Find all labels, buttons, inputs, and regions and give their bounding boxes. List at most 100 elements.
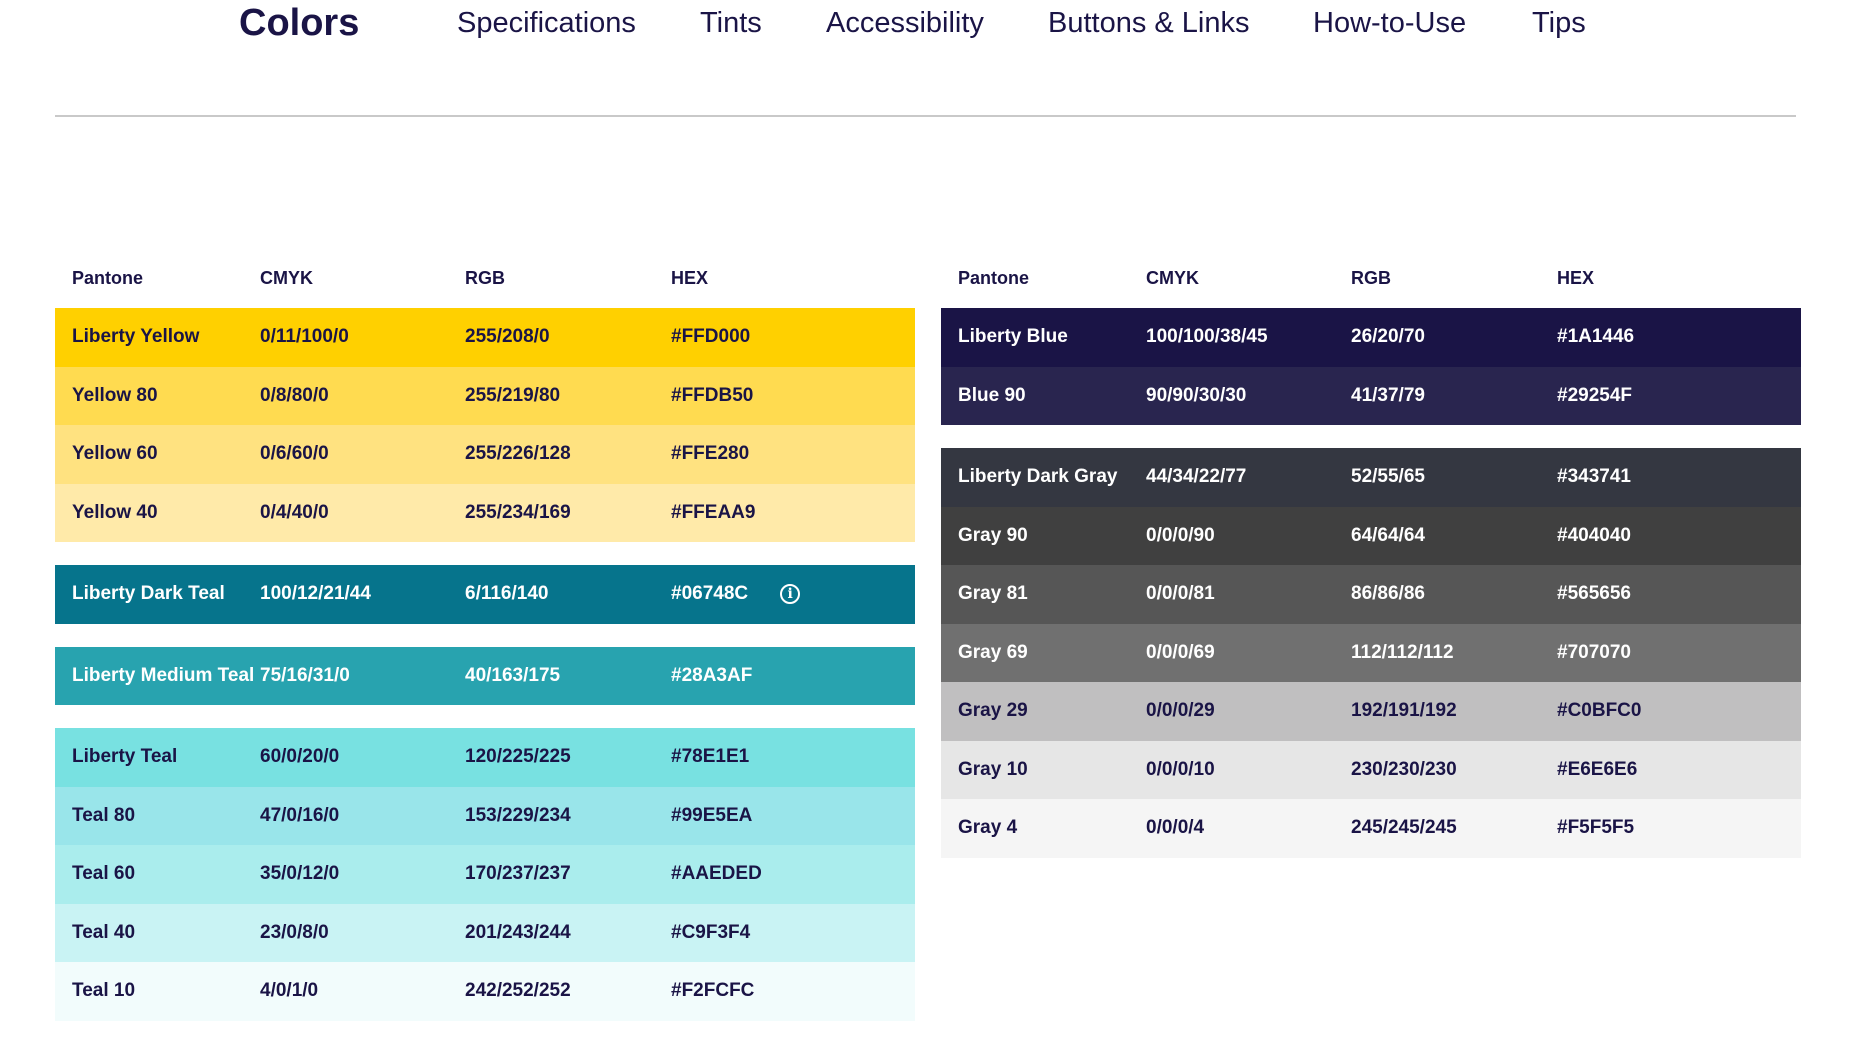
info-icon[interactable]: i: [780, 584, 801, 605]
hex-text: #FFDB50: [671, 384, 754, 406]
cmyk-value: 90/90/30/30: [1146, 384, 1247, 406]
header-cmyk: CMYK: [1146, 267, 1199, 288]
color-name: Teal 60: [72, 863, 136, 885]
rgb-value: 153/229/234: [465, 804, 571, 826]
hex-text: #343741: [1557, 466, 1631, 488]
header-rgb: RGB: [1351, 267, 1391, 288]
nav-link-buttons-links[interactable]: Buttons & Links: [1048, 0, 1250, 46]
color-name: Liberty Dark Teal: [72, 583, 225, 605]
rgb-value: 242/252/252: [465, 980, 571, 1002]
cmyk-value: 100/100/38/45: [1146, 326, 1268, 348]
color-group: Liberty Yellow 0/11/100/0 255/208/0 #FFD000…: [55, 308, 915, 542]
hex-text: #AAEDED: [671, 863, 762, 885]
color-row: Yellow 40 0/4/40/0 255/234/169 #FFEAA9: [55, 483, 915, 542]
header-cmyk: CMYK: [260, 267, 313, 288]
color-row: Yellow 60 0/6/60/0 255/226/128 #FFE280: [55, 425, 915, 484]
hex-value: #C0BFC0: [1557, 700, 1801, 722]
rgb-value: 26/20/70: [1351, 326, 1425, 348]
cmyk-value: 0/4/40/0: [260, 501, 329, 523]
color-row: Liberty Blue 100/100/38/45 26/20/70 #1A1446: [941, 308, 1801, 367]
hex-value: #FFE280: [671, 443, 915, 465]
color-group: Liberty Medium Teal 75/16/31/0 40/163/175 #…: [55, 646, 915, 705]
color-name: Teal 40: [72, 921, 136, 943]
color-group: Liberty Teal 60/0/20/0 120/225/225 #78E1E1 T…: [55, 728, 915, 1021]
hex-text: #29254F: [1557, 384, 1633, 406]
nav-link-tints[interactable]: Tints: [700, 0, 762, 46]
hex-value: #06748C i: [671, 583, 915, 605]
cmyk-value: 100/12/21/44: [260, 583, 371, 605]
hex-text: #78E1E1: [671, 746, 750, 768]
nav-link-specifications[interactable]: Specifications: [457, 0, 636, 46]
table-header: Pantone CMYK RGB HEX: [55, 258, 915, 298]
hex-text: #707070: [1557, 641, 1631, 663]
rgb-value: 255/208/0: [465, 326, 550, 348]
color-name: Gray 29: [958, 700, 1028, 722]
hex-value: #565656: [1557, 583, 1801, 605]
cmyk-value: 0/0/0/81: [1146, 583, 1215, 605]
rgb-value: 170/237/237: [465, 863, 571, 885]
color-group: Liberty Dark Teal 100/12/21/44 6/116/140 #0…: [55, 565, 915, 624]
rgb-value: 245/245/245: [1351, 817, 1457, 839]
cmyk-value: 0/0/0/29: [1146, 700, 1215, 722]
color-name: Teal 10: [72, 980, 136, 1002]
header-pantone: Pantone: [958, 267, 1030, 288]
color-name: Liberty Yellow: [72, 326, 200, 348]
color-table-left: Pantone CMYK RGB HEX Liberty Yellow 0/11/…: [55, 258, 915, 1044]
hex-value: #FFEAA9: [671, 502, 915, 524]
rgb-value: 255/226/128: [465, 443, 571, 465]
cmyk-value: 47/0/16/0: [260, 804, 340, 826]
hex-value: #28A3AF: [671, 665, 915, 687]
cmyk-value: 0/0/0/10: [1146, 758, 1215, 780]
hex-text: #C0BFC0: [1557, 700, 1642, 722]
color-row: Gray 10 0/0/0/10 230/230/230 #E6E6E6: [941, 740, 1801, 799]
color-name: Liberty Teal: [72, 746, 178, 768]
hex-text: #28A3AF: [671, 664, 753, 686]
rgb-value: 255/219/80: [465, 384, 561, 406]
color-table-right: Pantone CMYK RGB HEX Liberty Blue 100/100…: [941, 258, 1801, 881]
header-hex: HEX: [1557, 267, 1595, 288]
color-name: Gray 69: [958, 641, 1028, 663]
color-row: Gray 81 0/0/0/81 86/86/86 #565656: [941, 565, 1801, 624]
hex-text: #565656: [1557, 583, 1631, 605]
rgb-value: 192/191/192: [1351, 700, 1457, 722]
hex-value: #F5F5F5: [1557, 817, 1801, 839]
hex-value: #343741: [1557, 466, 1801, 488]
color-row: Gray 69 0/0/0/69 112/112/112 #707070: [941, 623, 1801, 682]
cmyk-value: 0/0/0/69: [1146, 641, 1215, 663]
cmyk-value: 0/0/0/90: [1146, 524, 1215, 546]
color-row: Yellow 80 0/8/80/0 255/219/80 #FFDB50: [55, 366, 915, 425]
header-hex: HEX: [671, 267, 709, 288]
hex-text: #FFD000: [671, 326, 751, 348]
nav-link-how-to-use[interactable]: How-to-Use: [1313, 0, 1466, 46]
hex-value: #78E1E1: [671, 746, 915, 768]
color-row: Liberty Teal 60/0/20/0 120/225/225 #78E1E1: [55, 728, 915, 787]
cmyk-value: 75/16/31/0: [260, 664, 350, 686]
color-name: Liberty Blue: [958, 326, 1068, 348]
cmyk-value: 0/8/80/0: [260, 384, 329, 406]
nav-brand-colors[interactable]: Colors: [239, 0, 359, 46]
color-row: Gray 4 0/0/0/4 245/245/245 #F5F5F5: [941, 799, 1801, 858]
hex-text: #06748C: [671, 583, 749, 605]
color-name: Teal 80: [72, 804, 136, 826]
hex-text: #FFE280: [671, 443, 750, 465]
hex-value: #404040: [1557, 525, 1801, 547]
color-group: Liberty Dark Gray 44/34/22/77 52/55/65 #343…: [941, 448, 1801, 858]
hex-value: #AAEDED: [671, 863, 915, 885]
rgb-value: 201/243/244: [465, 921, 571, 943]
hex-value: #707070: [1557, 642, 1801, 664]
hex-text: #FFEAA9: [671, 501, 756, 523]
nav-link-tips[interactable]: Tips: [1532, 0, 1586, 46]
hex-text: #E6E6E6: [1557, 758, 1638, 780]
color-name: Gray 10: [958, 758, 1028, 780]
color-group: Liberty Blue 100/100/38/45 26/20/70 #1A1446…: [941, 308, 1801, 425]
color-name: Gray 4: [958, 817, 1018, 839]
hex-value: #1A1446: [1557, 326, 1801, 348]
hex-text: #C9F3F4: [671, 921, 751, 943]
color-row: Teal 40 23/0/8/0 201/243/244 #C9F3F4: [55, 903, 915, 962]
nav-link-accessibility[interactable]: Accessibility: [826, 0, 984, 46]
rgb-value: 112/112/112: [1351, 641, 1454, 663]
cmyk-value: 60/0/20/0: [260, 746, 340, 768]
hex-value: #F2FCFC: [671, 980, 915, 1002]
rgb-value: 40/163/175: [465, 664, 561, 686]
color-name: Liberty Dark Gray: [958, 466, 1118, 488]
